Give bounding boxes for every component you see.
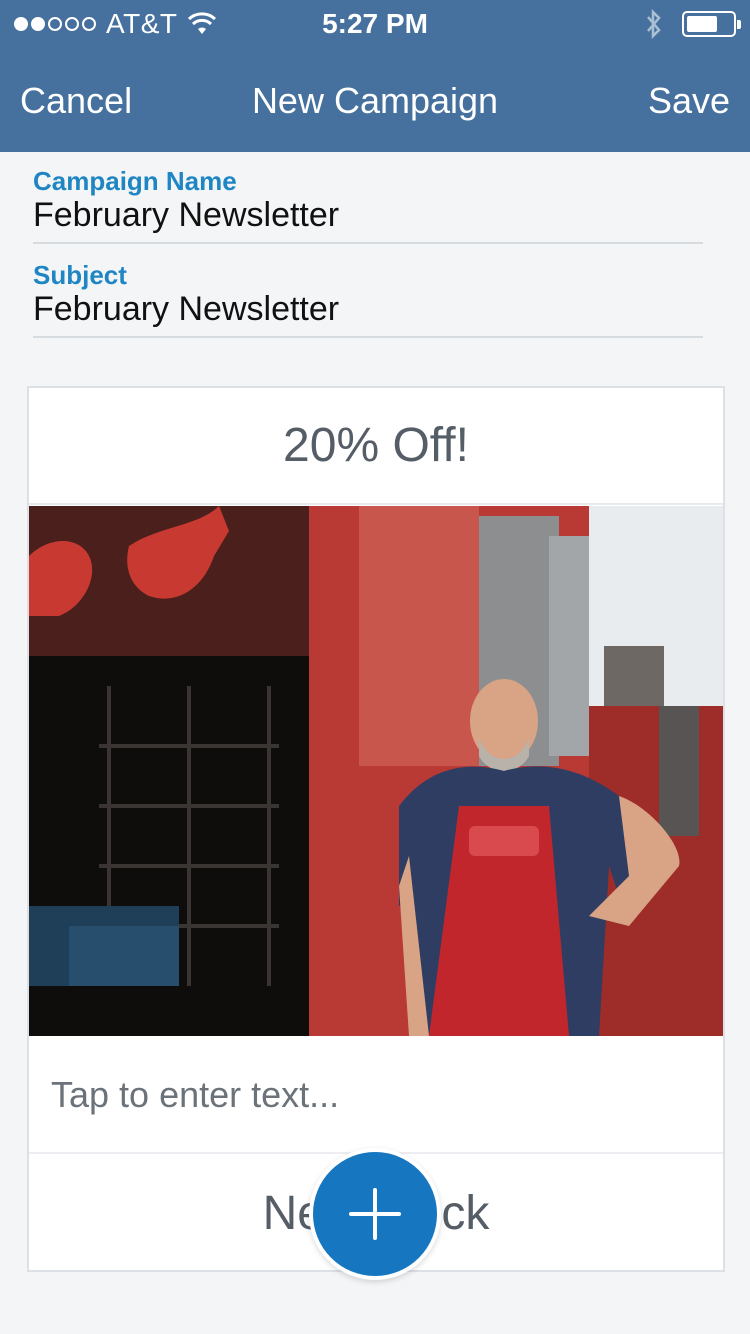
top-bar: AT&T 5:27 PM Cancel New Campaign Save	[0, 0, 750, 152]
save-button[interactable]: Save	[648, 80, 730, 122]
text-placeholder: Tap to enter text...	[51, 1074, 340, 1115]
food-truck-photo	[29, 506, 723, 1036]
subject-field[interactable]: Subject	[33, 246, 703, 338]
subject-label: Subject	[33, 260, 127, 290]
campaign-name-label: Campaign Name	[33, 166, 237, 196]
campaign-content-card: 20% Off! Tap to enter text...	[27, 386, 725, 1272]
text-block[interactable]: Tap to enter text...	[29, 1036, 723, 1154]
bluetooth-icon	[647, 8, 661, 40]
status-right	[644, 8, 741, 40]
navigation-bar: Cancel New Campaign Save	[0, 52, 750, 152]
campaign-name-input[interactable]	[33, 196, 703, 235]
status-time: 5:27 PM	[322, 8, 428, 39]
add-block-button[interactable]	[309, 1148, 441, 1280]
image-block[interactable]	[29, 506, 723, 1036]
plus-icon	[349, 1188, 401, 1240]
battery-icon	[682, 11, 741, 37]
campaign-name-field[interactable]: Campaign Name	[33, 152, 703, 244]
status-bar: AT&T 5:27 PM	[0, 0, 750, 52]
page-title: New Campaign	[251, 80, 499, 121]
subject-input[interactable]	[33, 290, 703, 329]
headline-block[interactable]: 20% Off!	[29, 388, 723, 505]
